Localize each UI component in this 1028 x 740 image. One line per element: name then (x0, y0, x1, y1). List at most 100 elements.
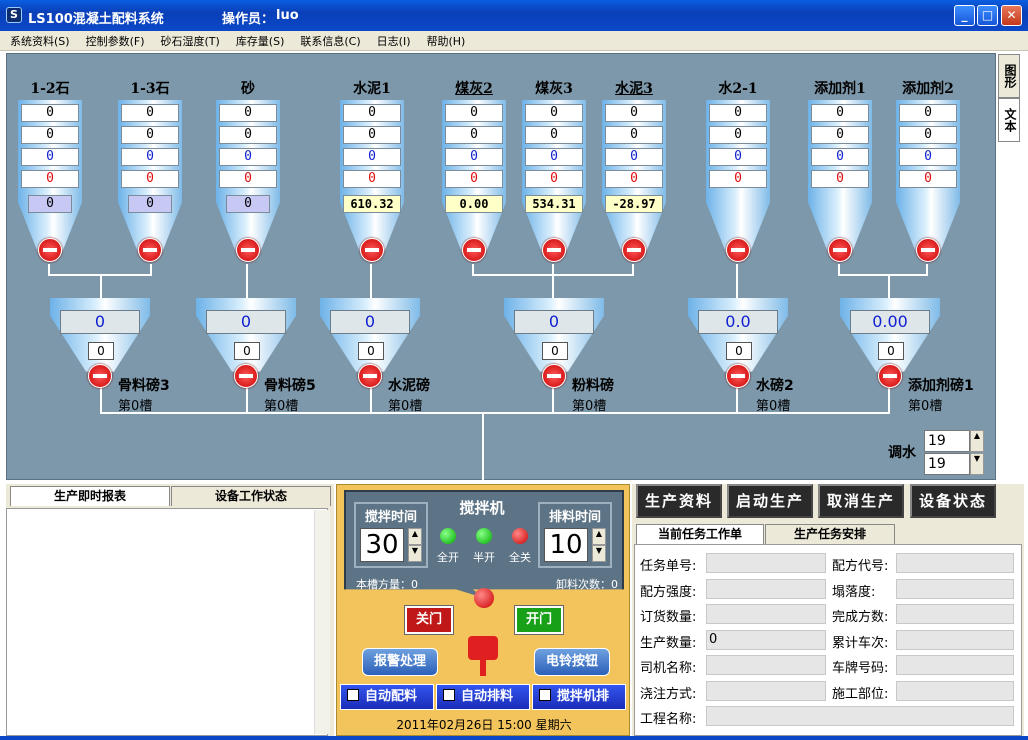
silo-value[interactable]: 0 (219, 104, 277, 122)
silo-value[interactable]: 0 (709, 148, 767, 166)
menu-log[interactable]: 日志(I) (367, 31, 417, 49)
menu-help[interactable]: 帮助(H) (416, 31, 471, 49)
silo-value[interactable]: 0 (121, 126, 179, 144)
silo-value[interactable]: 0 (899, 148, 957, 166)
silo-value[interactable]: 0 (121, 104, 179, 122)
silo-value[interactable]: 0 (899, 126, 957, 144)
silo-value[interactable]: 0 (445, 148, 503, 166)
silo-value[interactable]: 0 (899, 104, 957, 122)
water-adjust-input-2[interactable]: 19 (924, 453, 970, 475)
silo-value[interactable]: 0 (219, 148, 277, 166)
discharge-time-up[interactable]: ▲ (592, 528, 606, 545)
stir-time-up[interactable]: ▲ (408, 528, 422, 545)
silo-value[interactable]: 0 (525, 170, 583, 188)
tab-current-task[interactable]: 当前任务工作单 (636, 524, 764, 544)
silo-value[interactable]: 0 (605, 104, 663, 122)
silo-valve-icon[interactable] (138, 238, 162, 262)
scale-valve-icon[interactable] (88, 364, 112, 388)
task-field-value[interactable] (896, 629, 1014, 650)
task-field-value[interactable] (706, 706, 1014, 726)
auto-discharge-checkbox[interactable]: 自动排料 (436, 684, 530, 710)
close-door-button[interactable]: 关门 (404, 605, 454, 635)
silo-value[interactable]: 0 (709, 104, 767, 122)
menu-control-params[interactable]: 控制参数(F) (76, 31, 151, 49)
silo-value[interactable]: 0 (525, 126, 583, 144)
silo-value[interactable]: 0 (709, 170, 767, 188)
silo-value[interactable]: 0 (605, 126, 663, 144)
silo-value[interactable]: 0 (21, 148, 79, 166)
tab-device-status[interactable]: 设备工作状态 (171, 486, 331, 506)
silo-valve-icon[interactable] (726, 238, 750, 262)
menu-contact[interactable]: 联系信息(C) (290, 31, 366, 49)
cancel-production-button[interactable]: 取消生产 (818, 484, 904, 518)
silo-value[interactable]: 0 (343, 170, 401, 188)
task-field-value[interactable]: 0 (706, 629, 826, 650)
task-field-value[interactable] (896, 578, 1014, 599)
silo-valve-icon[interactable] (542, 238, 566, 262)
task-field-value[interactable] (896, 680, 1014, 701)
silo-value[interactable]: 0 (811, 104, 869, 122)
silo-value[interactable]: 0 (525, 104, 583, 122)
tab-text[interactable]: 文本 (998, 98, 1020, 142)
discharge-time-input[interactable]: 10 (544, 528, 588, 562)
production-data-button[interactable]: 生产资料 (636, 484, 722, 518)
silo-value[interactable]: 0 (445, 126, 503, 144)
silo-value[interactable]: 0 (709, 126, 767, 144)
task-field-value[interactable] (896, 655, 1014, 675)
task-field-value[interactable] (706, 553, 826, 573)
tab-task-schedule[interactable]: 生产任务安排 (765, 524, 895, 544)
scale-valve-icon[interactable] (358, 364, 382, 388)
silo-valve-icon[interactable] (236, 238, 260, 262)
task-field-value[interactable] (706, 680, 826, 701)
scale-valve-icon[interactable] (878, 364, 902, 388)
task-field-value[interactable] (706, 604, 826, 624)
minimize-button[interactable]: _ (954, 5, 975, 26)
maximize-button[interactable]: □ (977, 5, 998, 26)
silo-valve-icon[interactable] (38, 238, 62, 262)
mixer-discharge-checkbox[interactable]: 搅拌机排 (532, 684, 626, 710)
silo-value[interactable]: 0 (811, 126, 869, 144)
tab-realtime-report[interactable]: 生产即时报表 (10, 486, 170, 506)
task-field-value[interactable] (896, 604, 1014, 624)
tab-graphic[interactable]: 图形 (998, 54, 1020, 98)
silo-value[interactable]: 0 (21, 126, 79, 144)
bell-button[interactable]: 电铃按钮 (534, 648, 610, 676)
discharge-time-down[interactable]: ▼ (592, 545, 606, 562)
close-button[interactable]: ✕ (1001, 5, 1022, 26)
task-field-value[interactable] (896, 553, 1014, 573)
silo-valve-icon[interactable] (916, 238, 940, 262)
open-door-button[interactable]: 开门 (514, 605, 564, 635)
silo-value[interactable]: 0 (121, 170, 179, 188)
scale-valve-icon[interactable] (234, 364, 258, 388)
stir-time-input[interactable]: 30 (360, 528, 404, 562)
report-list[interactable] (6, 508, 328, 736)
alarm-handle-button[interactable]: 报警处理 (362, 648, 438, 676)
silo-value[interactable]: 0 (121, 148, 179, 166)
scale-valve-icon[interactable] (542, 364, 566, 388)
silo-value[interactable]: 0 (219, 170, 277, 188)
silo-value[interactable]: 0 (811, 170, 869, 188)
silo-value[interactable]: 0 (525, 148, 583, 166)
water-adjust-spinner-1[interactable]: ▲ (970, 430, 984, 452)
silo-value[interactable]: 0 (21, 170, 79, 188)
silo-valve-icon[interactable] (360, 238, 384, 262)
scale-valve-icon[interactable] (726, 364, 750, 388)
device-status-button[interactable]: 设备状态 (910, 484, 996, 518)
task-field-value[interactable] (706, 655, 826, 675)
report-scrollbar[interactable] (314, 510, 330, 734)
silo-value[interactable]: 0 (21, 104, 79, 122)
silo-value[interactable]: 0 (899, 170, 957, 188)
silo-value[interactable]: 0 (219, 126, 277, 144)
silo-valve-icon[interactable] (622, 238, 646, 262)
stir-time-down[interactable]: ▼ (408, 545, 422, 562)
menu-humidity[interactable]: 砂石湿度(T) (151, 31, 226, 49)
silo-valve-icon[interactable] (462, 238, 486, 262)
silo-value[interactable]: 0 (445, 104, 503, 122)
silo-value[interactable]: 0 (445, 170, 503, 188)
task-field-value[interactable] (706, 578, 826, 599)
silo-value[interactable]: 0 (605, 170, 663, 188)
start-production-button[interactable]: 启动生产 (727, 484, 813, 518)
water-adjust-spinner-2[interactable]: ▼ (970, 453, 984, 475)
silo-valve-icon[interactable] (828, 238, 852, 262)
menu-inventory[interactable]: 库存量(S) (226, 31, 291, 49)
